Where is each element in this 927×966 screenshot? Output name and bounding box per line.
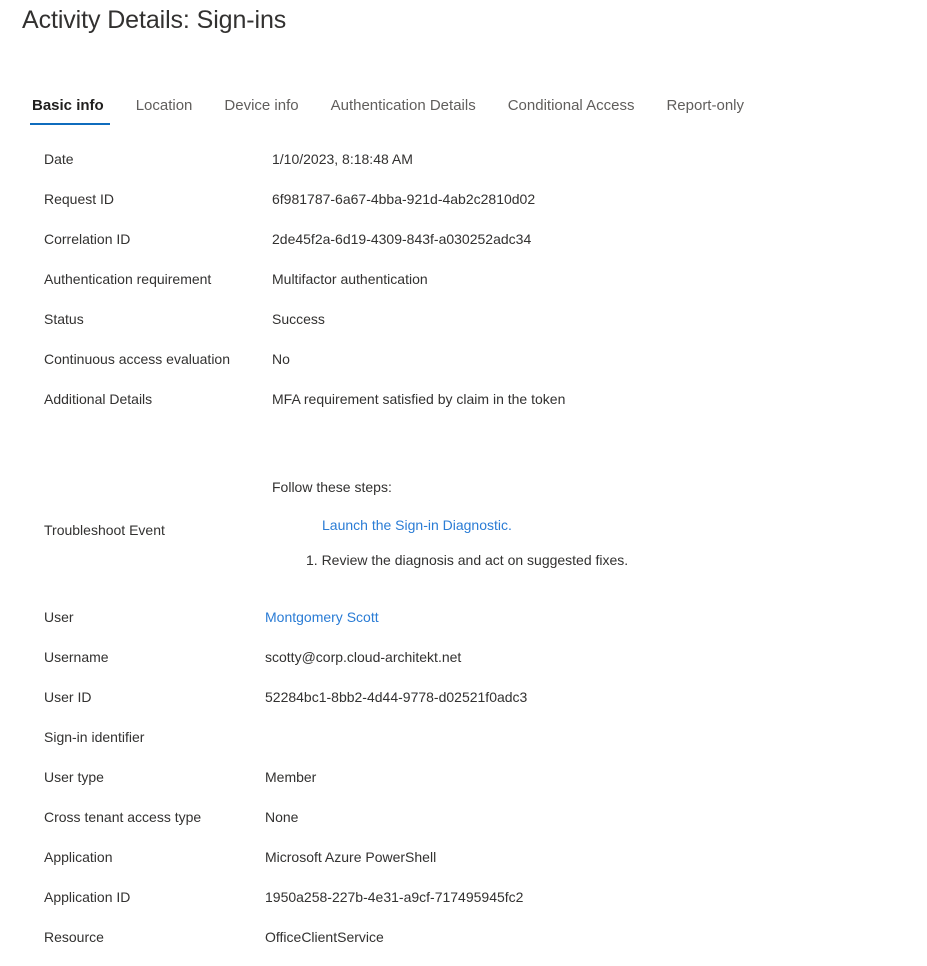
detail-value: MFA requirement satisfied by claim in th… — [272, 391, 566, 407]
detail-label: Correlation ID — [44, 231, 131, 247]
tab-bar: Basic info Location Device info Authenti… — [24, 96, 760, 130]
detail-value: 1950a258-227b-4e31-a9cf-717495945fc2 — [265, 889, 524, 905]
detail-row-signin-identifier: Sign-in identifier — [0, 726, 927, 766]
tab-location[interactable]: Location — [120, 96, 209, 125]
troubleshoot-link-wrapper: Launch the Sign-in Diagnostic. — [272, 497, 892, 535]
tab-label: Authentication Details — [330, 97, 476, 114]
detail-label: Sign-in identifier — [44, 729, 145, 745]
detail-label: Date — [44, 151, 74, 167]
detail-label: Resource — [44, 929, 104, 945]
detail-value: Member — [265, 769, 317, 785]
detail-row-date: Date 1/10/2023, 8:18:48 AM — [0, 148, 927, 188]
detail-row-authentication-requirement: Authentication requirement Multifactor a… — [0, 268, 927, 308]
detail-row-request-id: Request ID 6f981787-6a67-4bba-921d-4ab2c… — [0, 188, 927, 228]
detail-label: Additional Details — [44, 391, 153, 407]
detail-row-user: User Montgomery Scott — [0, 606, 927, 646]
detail-value: No — [272, 351, 290, 367]
tab-label: Device info — [224, 97, 299, 114]
tab-label: Location — [135, 97, 193, 114]
detail-label: Troubleshoot Event — [44, 522, 165, 538]
tab-label: Report-only — [666, 97, 744, 114]
tab-conditional-access[interactable]: Conditional Access — [492, 96, 651, 125]
detail-label: Request ID — [44, 191, 115, 207]
detail-value: 1/10/2023, 8:18:48 AM — [272, 151, 413, 167]
detail-row-correlation-id: Correlation ID 2de45f2a-6d19-4309-843f-a… — [0, 228, 927, 268]
detail-value: 2de45f2a-6d19-4309-843f-a030252adc34 — [272, 231, 532, 247]
detail-value: OfficeClientService — [265, 929, 384, 945]
detail-row-user-id: User ID 52284bc1-8bb2-4d44-9778-d02521f0… — [0, 686, 927, 726]
detail-label: Continuous access evaluation — [44, 351, 231, 367]
detail-row-resource: Resource OfficeClientService — [0, 926, 927, 966]
detail-label: Authentication requirement — [44, 271, 212, 287]
tab-label: Basic info — [32, 97, 104, 114]
detail-row-troubleshoot-event: Troubleshoot Event Follow these steps: L… — [0, 476, 927, 606]
troubleshoot-body: Follow these steps: Launch the Sign-in D… — [272, 476, 892, 570]
troubleshoot-intro: Follow these steps: — [272, 479, 392, 495]
detail-value: scotty@corp.cloud-architekt.net — [265, 649, 462, 665]
activity-details-panel: Activity Details: Sign-ins Basic info Lo… — [0, 0, 927, 946]
detail-value: None — [265, 809, 299, 825]
detail-row-application-id: Application ID 1950a258-227b-4e31-a9cf-7… — [0, 886, 927, 926]
tab-report-only[interactable]: Report-only — [650, 96, 760, 125]
detail-row-cross-tenant-access-type: Cross tenant access type None — [0, 806, 927, 846]
detail-label: Status — [44, 311, 84, 327]
detail-value: Microsoft Azure PowerShell — [265, 849, 437, 865]
detail-row-status: Status Success — [0, 308, 927, 348]
detail-label: Cross tenant access type — [44, 809, 202, 825]
detail-label: User ID — [44, 689, 92, 705]
troubleshoot-step: 1. Review the diagnosis and act on sugge… — [306, 552, 629, 568]
detail-label: User — [44, 609, 74, 625]
tab-device-info[interactable]: Device info — [208, 96, 314, 125]
detail-value: Multifactor authentication — [272, 271, 428, 287]
detail-value: 6f981787-6a67-4bba-921d-4ab2c2810d02 — [272, 191, 536, 207]
page-title: Activity Details: Sign-ins — [22, 6, 287, 34]
detail-label: User type — [44, 769, 104, 785]
tab-label: Conditional Access — [507, 97, 635, 114]
detail-label: Application ID — [44, 889, 131, 905]
detail-label: Username — [44, 649, 109, 665]
detail-row-additional-details: Additional Details MFA requirement satis… — [0, 388, 927, 428]
detail-value: 52284bc1-8bb2-4d44-9778-d02521f0adc3 — [265, 689, 528, 705]
detail-label: Application — [44, 849, 113, 865]
user-link[interactable]: Montgomery Scott — [265, 608, 379, 627]
detail-row-username: Username scotty@corp.cloud-architekt.net — [0, 646, 927, 686]
status-badge: Success — [272, 311, 325, 327]
detail-row-application: Application Microsoft Azure PowerShell — [0, 846, 927, 886]
detail-list: Date 1/10/2023, 8:18:48 AM Request ID 6f… — [0, 148, 927, 966]
tab-authentication-details[interactable]: Authentication Details — [315, 96, 492, 125]
launch-signin-diagnostic-link[interactable]: Launch the Sign-in Diagnostic. — [322, 517, 512, 533]
detail-row-user-type: User type Member — [0, 766, 927, 806]
tab-basic-info[interactable]: Basic info — [24, 96, 120, 125]
detail-row-continuous-access-evaluation: Continuous access evaluation No — [0, 348, 927, 388]
